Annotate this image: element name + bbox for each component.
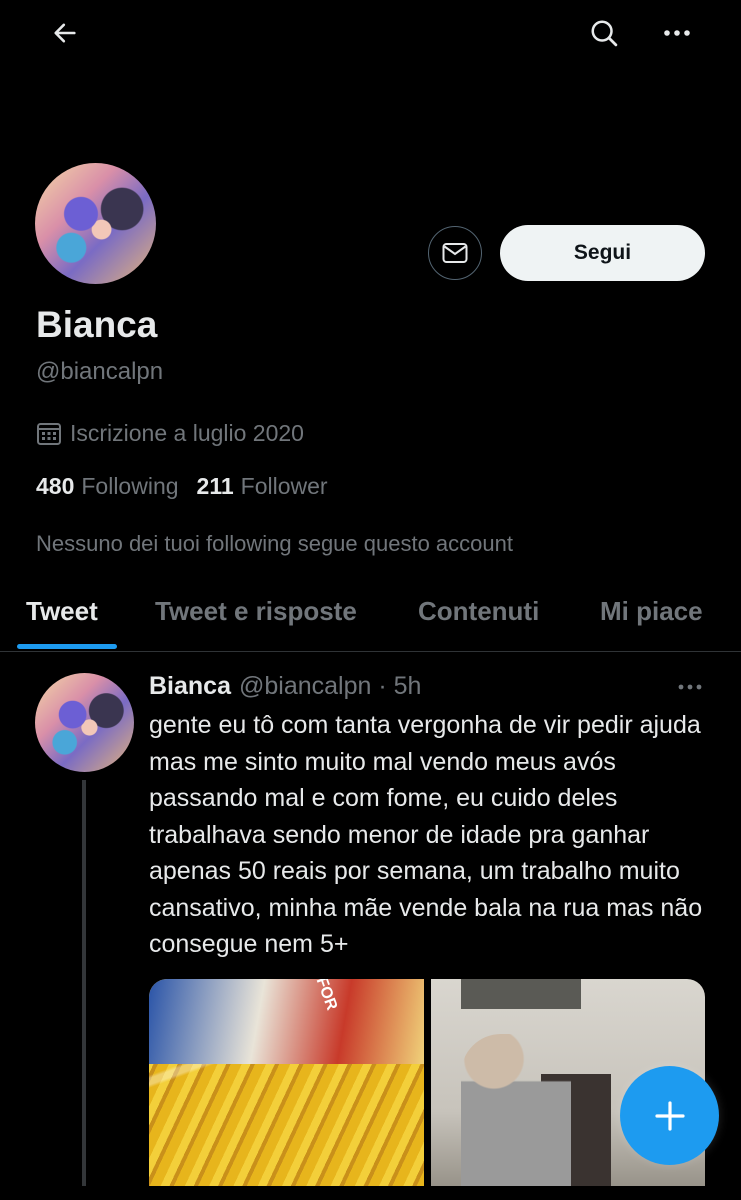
plus-icon (654, 1100, 685, 1131)
tweet-media-image-1[interactable]: FOR (149, 979, 424, 1200)
top-bar (0, 0, 741, 70)
envelope-icon (442, 243, 468, 263)
media-window (461, 979, 581, 1009)
follow-button[interactable]: Segui (500, 225, 705, 281)
more-horizontal-icon (664, 30, 690, 36)
followers-stat[interactable]: 211 Follower (197, 473, 328, 500)
tweet-avatar[interactable] (35, 673, 134, 772)
joined-date: Iscrizione a luglio 2020 (36, 420, 304, 447)
tab-contenuti[interactable]: Contenuti (418, 596, 539, 627)
tab-mi-piace[interactable]: Mi piace (600, 596, 703, 627)
bottom-edge (0, 1186, 741, 1200)
mutuals-note: Nessuno dei tuoi following segue questo … (36, 531, 513, 556)
joined-text: Iscrizione a luglio 2020 (70, 420, 304, 446)
back-button[interactable] (43, 11, 87, 55)
tweet-author-name[interactable]: Bianca (149, 672, 231, 701)
following-stat[interactable]: 480 Following (36, 473, 179, 500)
media-bag-top (149, 979, 424, 1064)
media-person (461, 1034, 571, 1200)
profile-handle: @biancalpn (36, 358, 164, 385)
calendar-icon (37, 422, 61, 445)
follow-stats: 480 Following 211 Follower (36, 473, 328, 500)
following-label: Following (81, 473, 179, 499)
tab-tweet-e-risposte[interactable]: Tweet e risposte (155, 596, 357, 627)
profile-avatar[interactable] (35, 163, 156, 284)
thread-line (82, 780, 86, 1200)
profile-tabs: Tweet Tweet e risposte Contenuti Mi piac… (0, 580, 741, 650)
search-button[interactable] (582, 11, 626, 55)
more-options-button[interactable] (655, 11, 699, 55)
active-tab-indicator (17, 644, 117, 649)
tabs-divider (0, 651, 741, 652)
compose-tweet-button[interactable] (620, 1066, 719, 1165)
following-count: 480 (36, 473, 75, 499)
more-horizontal-icon (678, 684, 702, 690)
tweet-author-meta: @biancalpn · 5h (238, 672, 422, 700)
tab-tweet[interactable]: Tweet (26, 596, 98, 627)
message-button[interactable] (428, 226, 482, 280)
tweet-header: Bianca @biancalpn · 5h (149, 672, 421, 701)
followers-label: Follower (240, 473, 328, 499)
search-icon (591, 20, 618, 47)
tweet-text: gente eu tô com tanta vergonha de vir pe… (149, 711, 703, 958)
profile-name: Bianca (36, 304, 158, 345)
tweet-more-button[interactable] (668, 673, 712, 701)
arrow-left-icon (54, 23, 76, 43)
followers-count: 211 (196, 473, 234, 499)
